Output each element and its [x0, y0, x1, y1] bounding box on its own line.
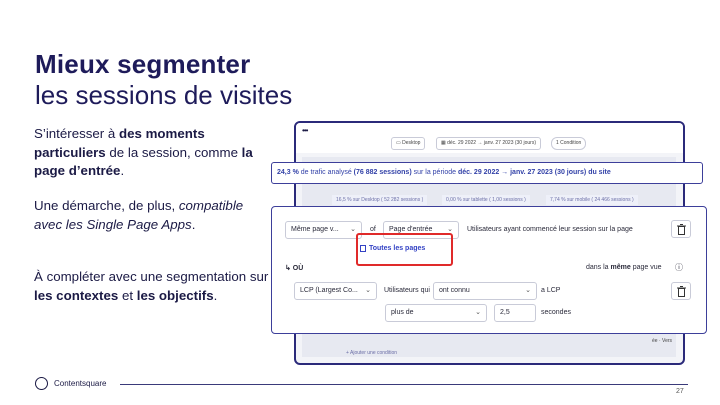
operator-value: plus de	[391, 309, 414, 316]
condition-filter[interactable]: 1 Condition	[551, 137, 587, 150]
page-type-value: Page d'entrée	[389, 226, 433, 233]
trash-icon	[676, 224, 686, 235]
scope-value: Même page v...	[291, 226, 339, 233]
text: dans la	[586, 264, 611, 271]
trash-icon	[676, 286, 686, 297]
menu-dots-icon[interactable]: •••	[302, 126, 308, 135]
text: Une démarche, de plus,	[34, 198, 179, 213]
sessions-count: (76 882 sessions)	[353, 169, 412, 176]
condition-panel: Même page v... ⌄ of Page d'entrée ⌄ Utilis…	[271, 206, 707, 334]
text-bold: même	[610, 264, 631, 271]
traffic-percent: 24,3 %	[277, 169, 299, 176]
text-bold: les contextes	[34, 287, 119, 303]
verb-select[interactable]: ont connu ⌄	[433, 282, 537, 300]
metric-select[interactable]: LCP (Largest Co... ⌄	[294, 282, 377, 300]
delete-button[interactable]	[671, 282, 691, 300]
condition-sentence: Utilisateurs ayant commencé leur session…	[467, 226, 633, 233]
add-condition-link[interactable]: + Ajouter une condition	[346, 350, 397, 356]
side-label: ée · Vers	[652, 338, 673, 344]
text: sur la période	[411, 169, 458, 176]
users-who-label: Utilisateurs qui	[384, 287, 430, 294]
paragraph-contexts: À compléter avec une segmentation sur le…	[34, 268, 269, 305]
date-filter[interactable]: ▦ déc. 29 2022 → janv. 27 2023 (30 jours…	[436, 137, 541, 150]
traffic-summary-bar: 24,3 % de trafic analysé (76 882 session…	[271, 162, 703, 184]
slide-title: Mieux segmenter	[35, 49, 251, 79]
text-bold: les objectifs	[136, 287, 214, 303]
text: .	[191, 216, 196, 232]
metric-value: LCP (Largest Co...	[300, 287, 358, 294]
text: de trafic analysé	[298, 169, 354, 176]
chevron-down-icon: ⌄	[525, 287, 531, 294]
period-label: déc. 29 2022 → janv. 27 2023 (30 jours) …	[457, 169, 611, 176]
device-filter[interactable]: ▭ Desktop	[391, 137, 426, 150]
operator-select[interactable]: plus de ⌄	[385, 304, 487, 322]
logo-text: Contentsquare	[54, 379, 107, 388]
scope-select[interactable]: Même page v... ⌄	[285, 221, 362, 239]
chevron-down-icon: ⌄	[475, 309, 481, 316]
verb-value: ont connu	[439, 287, 470, 294]
value-input[interactable]: 2,5	[494, 304, 536, 322]
chevron-down-icon: ⌄	[365, 287, 371, 294]
desktop-share: 16,5 % sur Desktop ( 52 282 sessions )	[332, 195, 428, 205]
app-toolbar: ••• ▭ Desktop ▦ déc. 29 2022 → janv. 27 …	[296, 123, 683, 153]
help-icon[interactable]: ⓘ	[675, 262, 683, 273]
text: et	[118, 287, 137, 303]
tablet-share: 0,00 % sur tablette ( 1,00 sessions )	[442, 195, 530, 205]
text: S’intéresser à	[34, 126, 119, 141]
same-page-label: dans la même page vue	[586, 264, 662, 271]
paragraph-spa: Une démarche, de plus, compatible avec l…	[34, 197, 269, 234]
text: À compléter avec une segmentation sur	[34, 269, 269, 284]
all-pages-link[interactable]: Toutes les pages	[369, 245, 425, 252]
logo-icon	[35, 377, 48, 390]
of-label: of	[370, 226, 376, 233]
value-text: 2,5	[500, 309, 510, 316]
page-number: 27	[676, 388, 684, 395]
text: page vue	[630, 264, 662, 271]
delete-button[interactable]	[671, 220, 691, 238]
mobile-share: 7,74 % sur mobile ( 24 466 sessions )	[546, 195, 638, 205]
slide-subtitle: les sessions de visites	[35, 80, 293, 110]
pages-icon	[360, 245, 366, 252]
unit-label: secondes	[541, 309, 571, 316]
date-label: déc. 29 2022 → janv. 27 2023 (30 jours)	[447, 140, 536, 146]
footer-divider	[120, 384, 688, 385]
device-label: Desktop	[402, 140, 421, 146]
text: .	[213, 287, 218, 303]
where-label: ↳ OÙ	[285, 265, 304, 272]
lcp-label: a LCP	[541, 287, 561, 294]
text: .	[120, 163, 125, 178]
text: de la session, comme	[105, 144, 242, 160]
paragraph-entry-page: S’intéresser à des moments particuliers …	[34, 125, 269, 181]
